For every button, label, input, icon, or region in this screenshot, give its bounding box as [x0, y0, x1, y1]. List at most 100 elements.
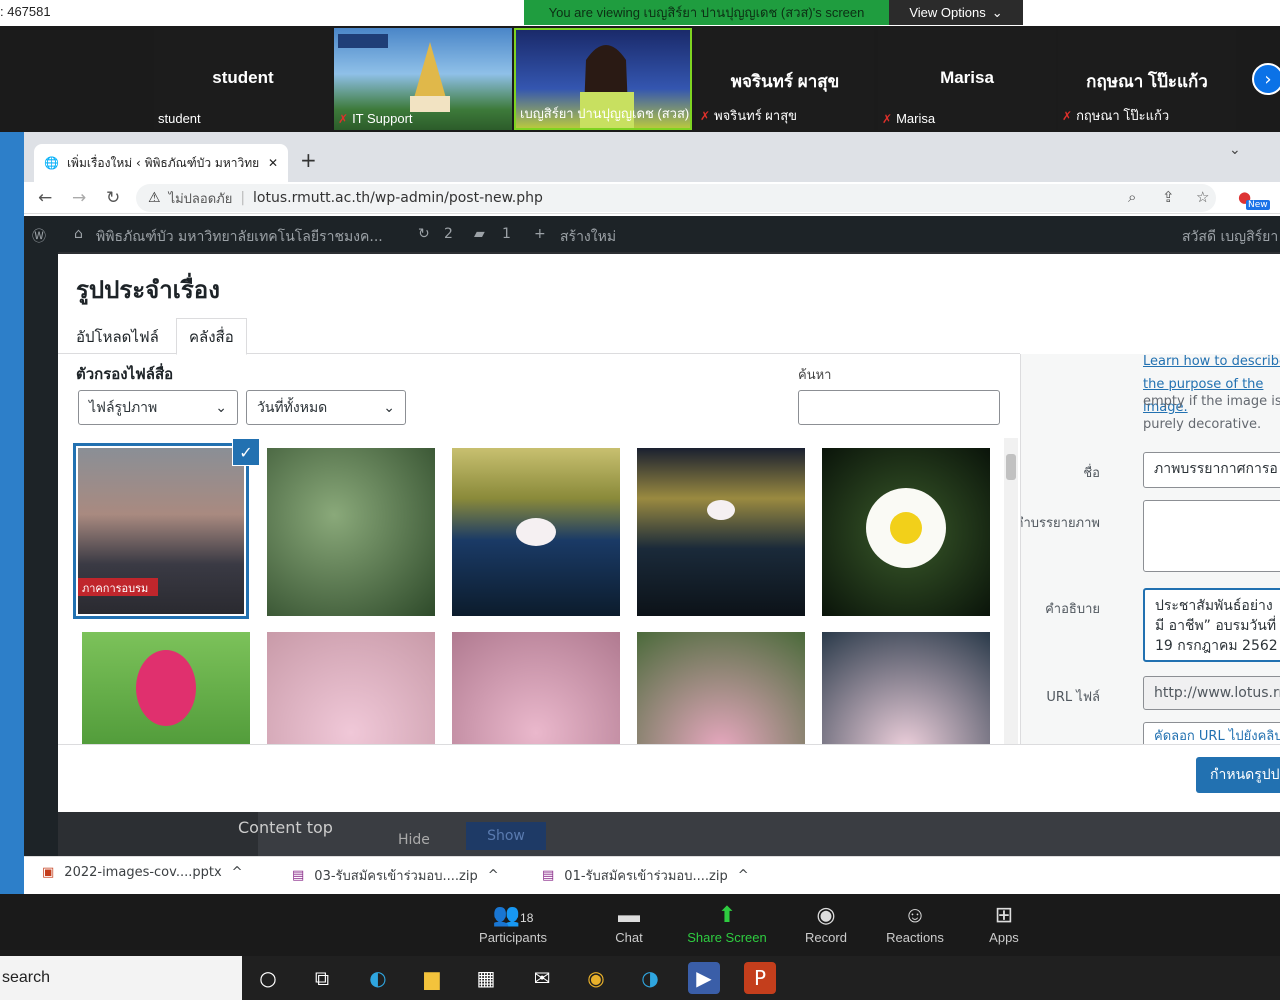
set-featured-image-button[interactable]: กำหนดรูปประจำเรื่อง	[1196, 757, 1280, 793]
media-item[interactable]	[452, 632, 620, 744]
zoom-icon[interactable]: ⌕	[1128, 188, 1136, 206]
mic-muted-icon: ✗	[1062, 108, 1073, 123]
share-screen-icon: ⬆	[717, 902, 737, 927]
chat-button[interactable]: ▬ Chat	[584, 902, 674, 945]
share-icon[interactable]: ⇪	[1162, 188, 1175, 206]
new-link[interactable]: สร้างใหม่	[560, 226, 616, 248]
participant-gallery: student student ✗ IT Support เบญสิร์ยา ปา…	[0, 26, 1280, 132]
search-input[interactable]	[798, 390, 1000, 425]
participant-tile[interactable]: ✗ IT Support	[334, 28, 512, 130]
plus-icon[interactable]: +	[534, 226, 546, 242]
globe-icon: 🌐	[44, 156, 59, 170]
record-icon: ◉	[816, 902, 836, 927]
warning-icon: ⚠	[148, 190, 161, 206]
chrome-icon[interactable]: ◉	[580, 962, 612, 994]
zip-icon: ▤	[542, 868, 555, 883]
download-item[interactable]: ▣ 2022-images-cov....pptx ^	[42, 865, 243, 880]
taskbar-search[interactable]: search	[0, 956, 242, 1000]
cortana-icon[interactable]: ○	[252, 962, 284, 994]
desktop-icons-strip	[0, 132, 24, 894]
description-field[interactable]: ประชาสัมพันธ์อย่างมี อาชีพ” อบรมวันที่ 1…	[1143, 588, 1280, 662]
participant-tile[interactable]: Marisa ✗ Marisa	[878, 28, 1056, 130]
copy-url-button[interactable]: คัดลอก URL ไปยังคลิปบ	[1143, 722, 1280, 744]
participant-tile[interactable]: กฤษณา โป๊ะแก้ว ✗ กฤษณา โป๊ะแก้ว	[1058, 28, 1236, 130]
title-field[interactable]: ภาพบรรยากาศการอ	[1143, 452, 1280, 488]
show-button[interactable]: Show	[466, 822, 546, 850]
gallery-next-icon[interactable]: ›	[1252, 63, 1280, 95]
greeting[interactable]: สวัสดี เบญสิร์ยา	[1182, 226, 1278, 248]
file-url-field[interactable]: http://www.lotus.rm	[1143, 676, 1280, 710]
apps-button[interactable]: ⊞ Apps	[959, 902, 1049, 945]
task-view-icon[interactable]: ⧉	[306, 962, 338, 994]
attachment-details: Learn how to describe the purpose of the…	[1020, 354, 1280, 744]
chevron-down-icon: ⌄	[383, 399, 395, 416]
zoom-app-icon[interactable]: ▶	[688, 962, 720, 994]
bookmark-star-icon[interactable]: ☆	[1196, 188, 1209, 206]
participants-button[interactable]: 👥18 Participants	[468, 902, 558, 945]
media-item[interactable]	[822, 448, 990, 616]
omnibox[interactable]: ⚠ ไม่ปลอดภัย | lotus.rmutt.ac.th/wp-admi…	[136, 184, 1216, 212]
mic-muted-icon: ✗	[700, 108, 711, 123]
reactions-icon: ☺	[903, 902, 927, 927]
meeting-id: : 467581	[0, 4, 51, 19]
media-item[interactable]	[637, 632, 805, 744]
site-name[interactable]: พิพิธภัณฑ์บัว มหาวิทยาลัยเทคโนโลยีราชมงค…	[96, 226, 383, 248]
chevron-up-icon: ^	[231, 865, 243, 880]
home-icon[interactable]: ⌂	[74, 226, 83, 242]
grid-scrollbar[interactable]	[1004, 438, 1018, 744]
reload-icon[interactable]: ↻	[106, 188, 120, 208]
filter-date-select[interactable]: วันที่ทั้งหมด ⌄	[246, 390, 406, 425]
download-item[interactable]: ▤ 01-รับสมัครเข้าร่วมอบ....zip ^	[542, 865, 749, 886]
zoom-top-bar: : 467581 You are viewing เบญสิร์ยา ปานปุ…	[0, 0, 1280, 26]
new-tab-icon[interactable]: +	[300, 148, 317, 172]
download-item[interactable]: ▤ 03-รับสมัครเข้าร่วมอบ....zip ^	[292, 865, 499, 886]
participant-label: ✗ พจรินทร์ ผาสุข	[700, 108, 798, 123]
forward-icon[interactable]: →	[72, 188, 86, 208]
filter-type-select[interactable]: ไฟล์รูปภาพ ⌄	[78, 390, 238, 425]
powerpoint-icon[interactable]: P	[744, 962, 776, 994]
tab-search-icon[interactable]: ⌄	[1229, 142, 1241, 158]
selected-check-icon[interactable]: ✓	[232, 438, 260, 466]
learn-alt-note: empty if the image is purely decorative.	[1143, 394, 1280, 432]
participant-tile[interactable]: student student	[154, 28, 332, 130]
chevron-up-icon: ^	[487, 868, 499, 883]
media-item[interactable]	[822, 632, 990, 744]
back-icon[interactable]: ←	[38, 188, 52, 208]
caption-field[interactable]	[1143, 500, 1280, 572]
grid-scroll-thumb[interactable]	[1006, 454, 1016, 480]
media-item[interactable]	[82, 632, 250, 744]
updates-icon[interactable]: ↻	[418, 226, 430, 242]
file-explorer-icon[interactable]: ▆	[416, 962, 448, 994]
svg-text:ภาคการอบรม: ภาคการอบรม	[82, 582, 148, 595]
participant-name: Marisa	[940, 68, 994, 87]
media-item-selected[interactable]: ภาคการอบรม	[73, 443, 249, 619]
record-button[interactable]: ◉ Record	[781, 902, 871, 945]
edge-icon[interactable]: ◐	[362, 962, 394, 994]
hide-label: Hide	[398, 832, 430, 848]
zoom-toolbar: 👥18 Participants ▬ Chat ⬆ Share Screen ◉ Rec…	[0, 894, 1280, 956]
browser-tab[interactable]: 🌐 เพิ่มเรื่องใหม่ ‹ พิพิธภัณฑ์บัว มหาวิท…	[34, 144, 288, 182]
tab-media-library[interactable]: คลังสื่อ	[176, 318, 247, 355]
edge-icon[interactable]: ◑	[634, 962, 666, 994]
media-item[interactable]	[637, 448, 805, 616]
mail-icon[interactable]: ✉	[526, 962, 558, 994]
wordpress-icon[interactable]: Ⓦ	[32, 226, 46, 246]
participant-label: เบญสิร์ยา ปานปุญญเดช (สวส)	[520, 106, 690, 121]
close-tab-icon[interactable]: ✕	[268, 156, 278, 170]
modal-footer: กำหนดรูปประจำเรื่อง	[58, 744, 1280, 812]
comments-icon[interactable]: ▰	[474, 226, 485, 242]
updates-count: 2	[444, 226, 453, 242]
media-item[interactable]	[267, 448, 435, 616]
view-options-button[interactable]: View Options ⌄	[889, 0, 1023, 25]
filter-label: ตัวกรองไฟล์สื่อ	[76, 365, 174, 383]
tab-upload-files[interactable]: อัปโหลดไฟล์	[64, 320, 171, 354]
participant-tile[interactable]: พจรินทร์ ผาสุข ✗ พจรินทร์ ผาสุข	[696, 28, 874, 130]
reactions-button[interactable]: ☺ Reactions	[870, 902, 960, 945]
store-icon[interactable]: ▦	[470, 962, 502, 994]
chat-icon: ▬	[618, 902, 640, 927]
share-screen-button[interactable]: ⬆ Share Screen	[682, 902, 772, 945]
view-options-label: View Options	[909, 5, 986, 20]
active-speaker-tile[interactable]: เบญสิร์ยา ปานปุญญเดช (สวส)	[514, 28, 692, 130]
media-item[interactable]	[267, 632, 435, 744]
media-item[interactable]	[452, 448, 620, 616]
